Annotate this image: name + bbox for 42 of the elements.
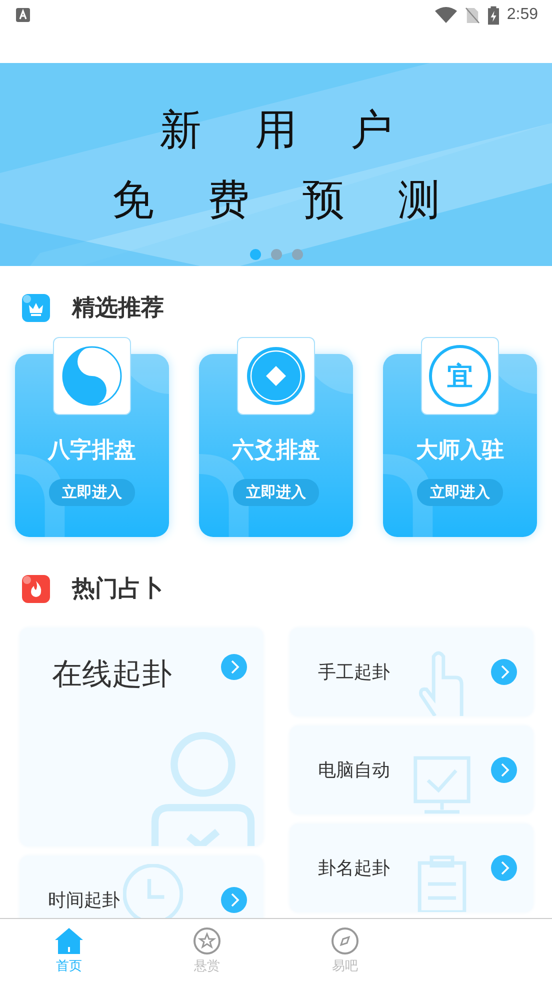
tab-label: 首页 xyxy=(56,958,82,975)
carousel-dot[interactable] xyxy=(292,249,302,260)
yin-yang-icon xyxy=(62,346,122,406)
card-label: 手工起卦 xyxy=(318,661,391,684)
card-label: 卦名起卦 xyxy=(318,857,391,880)
card-title: 大师入驻 xyxy=(416,437,504,465)
card-label: 电脑自动 xyxy=(318,759,391,782)
flame-icon xyxy=(22,574,50,602)
card-label: 时间起卦 xyxy=(48,889,121,912)
wifi-icon xyxy=(434,7,457,23)
divination-card[interactable]: 电脑自动 xyxy=(290,726,533,814)
coin-icon xyxy=(246,346,306,406)
keyboard-icon xyxy=(16,8,30,22)
chevron-right-icon xyxy=(221,887,247,913)
home-icon xyxy=(54,927,84,955)
banner-headline: 新 用 户 xyxy=(160,109,392,151)
card-label: 在线起卦 xyxy=(52,656,173,694)
divination-card[interactable]: 手工起卦 xyxy=(290,628,533,716)
divination-card[interactable]: 时间起卦 xyxy=(20,856,263,918)
promo-banner[interactable]: 新 用 户 免 费 预 测 xyxy=(0,63,552,266)
chevron-right-icon xyxy=(221,654,247,680)
battery-charging-icon xyxy=(488,6,499,24)
carousel-dot[interactable] xyxy=(250,249,260,260)
banner-headline: 免 费 预 测 xyxy=(112,179,440,221)
clock-illustration xyxy=(123,864,183,918)
section-title: 热门占卜 xyxy=(72,575,164,604)
compass-icon xyxy=(331,927,359,955)
divination-card[interactable]: 在线起卦 xyxy=(20,628,263,846)
section-title: 精选推荐 xyxy=(72,294,164,323)
card-title: 八字排盘 xyxy=(48,436,136,465)
divination-card[interactable]: 卦名起卦 xyxy=(290,824,533,912)
chevron-right-icon xyxy=(491,659,517,685)
status-time: 2:59 xyxy=(506,6,538,24)
seal-character: 宜 xyxy=(447,360,473,394)
no-sim-icon xyxy=(464,6,480,24)
tab-label: 易吧 xyxy=(332,958,358,975)
crown-icon xyxy=(22,294,50,322)
tab-label: 悬赏 xyxy=(194,958,220,975)
chevron-right-icon xyxy=(491,855,517,881)
chevron-right-icon xyxy=(491,757,517,783)
carousel-dot[interactable] xyxy=(270,249,282,260)
card-title: 六爻排盘 xyxy=(232,437,320,465)
